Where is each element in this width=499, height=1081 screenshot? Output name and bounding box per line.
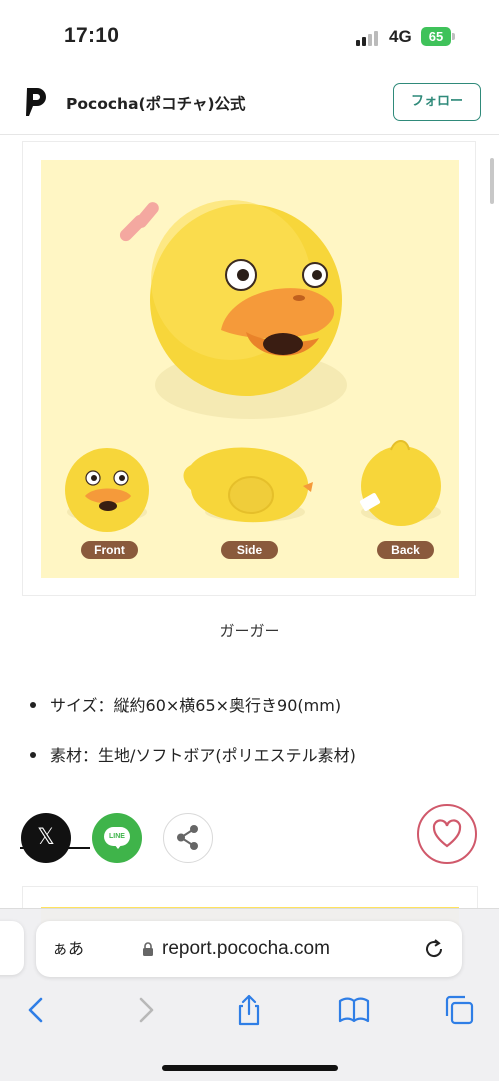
address-bar[interactable]: ぁあ report.pococha.com [36, 921, 462, 977]
tabs-icon[interactable] [442, 993, 476, 1027]
battery-level: 65 [428, 29, 444, 44]
bullet-icon [30, 701, 36, 708]
line-share-button[interactable]: LINE [92, 813, 142, 863]
share-button[interactable] [163, 813, 213, 863]
url-text[interactable]: report.pococha.com [162, 921, 330, 977]
account-name[interactable]: Pococha(ポコチャ)公式 [66, 92, 246, 114]
home-indicator [162, 1065, 338, 1071]
back-icon[interactable] [20, 993, 54, 1027]
scrollbar[interactable] [490, 158, 494, 204]
front-label: Front [81, 541, 138, 559]
spec-text: 素材：生地/ソフトボア(ポリエステル素材) [50, 746, 356, 765]
network-type: 4G [389, 27, 412, 46]
back-label: Back [377, 541, 434, 559]
status-bar: 17:10 4G 65 [0, 0, 499, 70]
battery-icon: 65 [421, 27, 451, 46]
like-button[interactable] [417, 804, 477, 864]
bookmarks-icon[interactable] [337, 993, 371, 1027]
previous-tab-preview[interactable] [0, 921, 24, 975]
product-image[interactable]: Front Side Back [41, 160, 459, 578]
follow-button[interactable]: フォロー [393, 83, 481, 121]
forward-icon[interactable] [128, 993, 162, 1027]
heart-icon [432, 819, 462, 848]
x-share-button[interactable]: 𝕏 [21, 813, 71, 863]
status-time: 17:10 [64, 24, 120, 47]
spec-item-size: サイズ：縦約60×横65×奥行き90(mm) [30, 692, 341, 716]
bullet-icon [30, 751, 36, 758]
side-label: Side [221, 541, 278, 559]
reader-settings-button[interactable]: ぁあ [52, 921, 84, 977]
reload-icon[interactable] [422, 937, 446, 961]
share-sheet-icon[interactable] [232, 993, 266, 1027]
product-image-card: Front Side Back [22, 141, 476, 596]
spec-text: サイズ：縦約60×横65×奥行き90(mm) [50, 696, 342, 715]
browser-bottom-bar: ぁあ report.pococha.com [0, 908, 499, 1081]
duck-plush-illustration [65, 200, 441, 532]
line-logo-tail [114, 844, 122, 849]
share-icon [177, 825, 198, 850]
site-header: Pococha(ポコチャ)公式 フォロー [0, 70, 499, 135]
battery-nub [452, 33, 455, 40]
x-logo-icon: 𝕏 [37, 825, 55, 850]
cellular-signal-icon [356, 30, 382, 46]
lock-icon [143, 942, 153, 956]
image-caption: ガーガー [219, 622, 280, 640]
pococha-logo-icon[interactable] [24, 86, 48, 118]
spec-item-material: 素材：生地/ソフトボア(ポリエステル素材) [30, 742, 356, 766]
